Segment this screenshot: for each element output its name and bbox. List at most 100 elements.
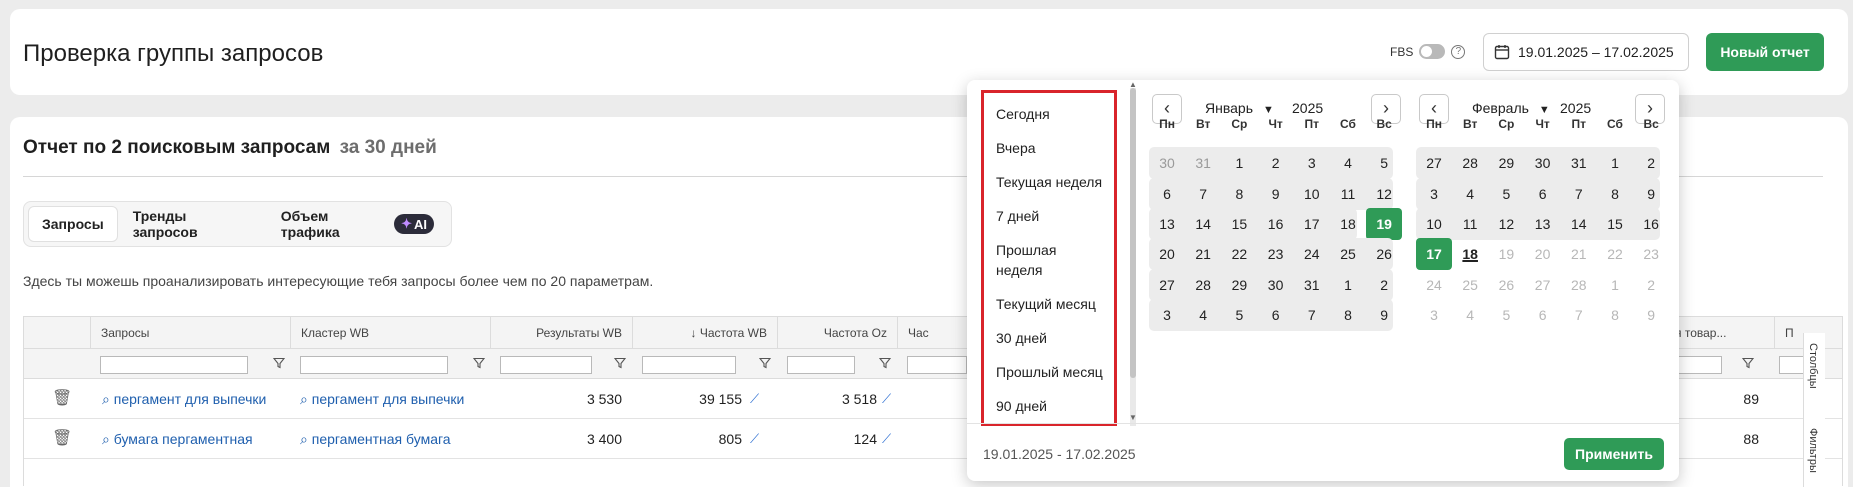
calendar-day[interactable]: 7 xyxy=(1185,178,1221,210)
filter-icon[interactable] xyxy=(1742,357,1754,369)
chart-icon[interactable]: ⟋ xyxy=(750,379,759,419)
calendar-day[interactable]: 11 xyxy=(1330,178,1366,210)
calendar-day[interactable]: 4 xyxy=(1330,147,1366,179)
calendar-day[interactable]: 18 xyxy=(1330,208,1366,240)
calendar-day[interactable]: 10 xyxy=(1416,208,1452,240)
calendar-day[interactable]: 21 xyxy=(1185,238,1221,270)
preset-scroll-thumb[interactable] xyxy=(1130,88,1136,378)
th-freq-wb[interactable]: ↓ Частота WB xyxy=(632,317,777,349)
calendar-day[interactable]: 25 xyxy=(1330,238,1366,270)
calendar-day[interactable]: 9 xyxy=(1366,299,1402,331)
calendar-day[interactable]: 7 xyxy=(1561,178,1597,210)
calendar-day[interactable]: 16 xyxy=(1633,208,1669,240)
calendar-day[interactable]: 5 xyxy=(1488,178,1524,210)
calendar-day[interactable]: 15 xyxy=(1221,208,1257,240)
new-report-button[interactable]: Новый отчет xyxy=(1706,33,1824,71)
trash-icon[interactable]: 🗑 xyxy=(52,419,72,459)
calendar-day[interactable]: 30 xyxy=(1525,147,1561,179)
month-select-right[interactable]: Февраль ▼ xyxy=(1472,100,1550,116)
calendar-day[interactable]: 27 xyxy=(1416,147,1452,179)
calendar-day[interactable]: 2 xyxy=(1633,147,1669,179)
query-cell[interactable]: ⌕ бумага пергаментная xyxy=(102,419,253,459)
preset-today[interactable]: Сегодня xyxy=(996,104,1050,124)
fbs-toggle[interactable] xyxy=(1419,44,1446,59)
filter-icon[interactable] xyxy=(614,357,626,369)
calendar-day[interactable]: 23 xyxy=(1258,238,1294,270)
calendar-day[interactable]: 7 xyxy=(1294,299,1330,331)
chart-icon[interactable]: ⟋ xyxy=(882,419,891,459)
calendar-day[interactable]: 28 xyxy=(1452,147,1488,179)
filter-input-results-wb[interactable] xyxy=(500,356,592,374)
th-queries[interactable]: Запросы xyxy=(90,317,290,349)
calendar-day[interactable]: 12 xyxy=(1488,208,1524,240)
calendar-day[interactable]: 8 xyxy=(1330,299,1366,331)
th-results-wb[interactable]: Результаты WB xyxy=(490,317,632,349)
calendar-day[interactable]: 27 xyxy=(1149,269,1185,301)
filter-icon[interactable] xyxy=(759,357,771,369)
cluster-link[interactable]: пергамент для выпечки xyxy=(312,391,465,407)
date-range-button[interactable]: 19.01.2025 – 17.02.2025 xyxy=(1483,33,1689,71)
filter-input-freq-wb[interactable] xyxy=(642,356,736,374)
calendar-day[interactable]: 13 xyxy=(1525,208,1561,240)
calendar-day[interactable]: 28 xyxy=(1185,269,1221,301)
scroll-down-icon[interactable]: ▼ xyxy=(1129,413,1137,422)
preset-yesterday[interactable]: Вчера xyxy=(996,138,1036,158)
calendar-day[interactable]: 17 xyxy=(1416,238,1452,270)
th-cluster[interactable]: Кластер WB xyxy=(290,317,490,349)
th-freq-oz[interactable]: Частота Oz xyxy=(777,317,897,349)
filter-icon[interactable] xyxy=(273,357,285,369)
filter-input-cluster[interactable] xyxy=(300,356,448,374)
calendar-day[interactable]: 20 xyxy=(1149,238,1185,270)
year-right[interactable]: 2025 xyxy=(1560,100,1591,116)
calendar-day[interactable]: 6 xyxy=(1258,299,1294,331)
calendar-day[interactable]: 31 xyxy=(1561,147,1597,179)
calendar-day[interactable]: 10 xyxy=(1294,178,1330,210)
cluster-cell[interactable]: ⌕ пергаментная бумага xyxy=(300,419,451,459)
calendar-day[interactable]: 9 xyxy=(1258,178,1294,210)
calendar-day[interactable]: 9 xyxy=(1633,178,1669,210)
calendar-day[interactable]: 14 xyxy=(1561,208,1597,240)
preset-30-days[interactable]: 30 дней xyxy=(996,328,1047,348)
calendar-day[interactable]: 12 xyxy=(1366,178,1402,210)
trash-icon[interactable]: 🗑 xyxy=(52,379,72,419)
calendar-day[interactable]: 26 xyxy=(1366,238,1402,270)
calendar-day[interactable]: 16 xyxy=(1258,208,1294,240)
calendar-day[interactable]: 3 xyxy=(1149,299,1185,331)
th-partial[interactable]: Час xyxy=(897,317,977,349)
month-select-left[interactable]: Январь ▼ xyxy=(1205,100,1274,116)
calendar-day[interactable]: 31 xyxy=(1294,269,1330,301)
preset-current-week[interactable]: Текущая неделя xyxy=(996,172,1102,192)
chart-icon[interactable]: ⟋ xyxy=(882,379,891,419)
apply-button[interactable]: Применить xyxy=(1564,438,1664,470)
query-cell[interactable]: ⌕ пергамент для выпечки xyxy=(102,379,266,419)
calendar-day[interactable]: 5 xyxy=(1366,147,1402,179)
calendar-day[interactable]: 30 xyxy=(1149,147,1185,179)
filter-icon[interactable] xyxy=(473,357,485,369)
calendar-day[interactable]: 3 xyxy=(1416,178,1452,210)
calendar-day[interactable]: 4 xyxy=(1452,178,1488,210)
calendar-day[interactable]: 11 xyxy=(1452,208,1488,240)
preset-last-month[interactable]: Прошлый месяц xyxy=(996,362,1103,382)
preset-current-month[interactable]: Текущий месяц xyxy=(996,294,1096,314)
calendar-day[interactable]: 14 xyxy=(1185,208,1221,240)
query-link[interactable]: бумага пергаментная xyxy=(114,431,253,447)
help-icon[interactable]: ? xyxy=(1451,44,1466,59)
calendar-day[interactable]: 6 xyxy=(1525,178,1561,210)
tab-query-trends[interactable]: Тренды запросов xyxy=(120,206,266,242)
calendar-day[interactable]: 6 xyxy=(1149,178,1185,210)
scroll-up-icon[interactable]: ▲ xyxy=(1129,80,1137,89)
chart-icon[interactable]: ⟋ xyxy=(750,419,759,459)
calendar-day[interactable]: 30 xyxy=(1258,269,1294,301)
calendar-day[interactable]: 1 xyxy=(1221,147,1257,179)
year-left[interactable]: 2025 xyxy=(1292,100,1323,116)
filter-icon[interactable] xyxy=(879,357,891,369)
filter-input-queries[interactable] xyxy=(100,356,248,374)
cluster-link[interactable]: пергаментная бумага xyxy=(312,431,451,447)
th-products[interactable]: я товар... xyxy=(1664,317,1774,349)
calendar-day[interactable]: 5 xyxy=(1221,299,1257,331)
filter-input-products[interactable] xyxy=(1674,356,1722,374)
filters-tab[interactable]: Фильтры xyxy=(1807,428,1819,473)
calendar-day[interactable]: 31 xyxy=(1185,147,1221,179)
calendar-day[interactable]: 24 xyxy=(1294,238,1330,270)
columns-tab[interactable]: Столбцы xyxy=(1807,343,1819,389)
